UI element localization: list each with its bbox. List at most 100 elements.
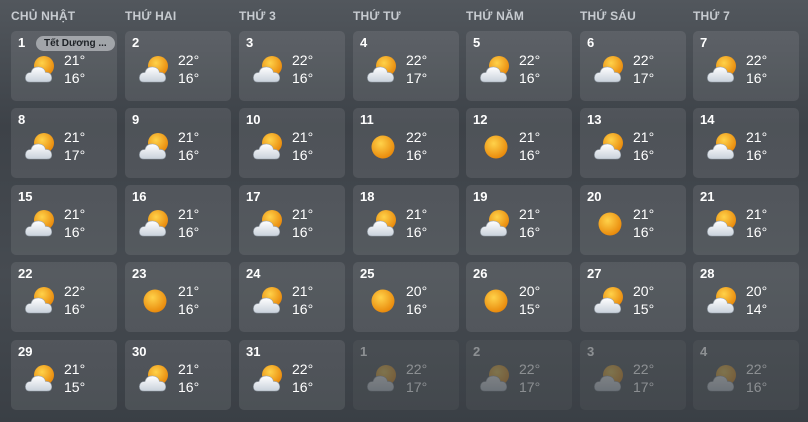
low-temperature: 15° xyxy=(519,301,541,317)
day-cell[interactable]: 28 20° 14° xyxy=(693,262,799,332)
low-temperature: 16° xyxy=(746,70,768,86)
low-temperature: 16° xyxy=(292,301,314,317)
day-cell[interactable]: 31 22° 16° xyxy=(239,340,345,410)
high-temperature: 20° xyxy=(519,283,541,299)
day-number: 2 xyxy=(473,344,481,359)
high-temperature: 22° xyxy=(406,129,428,145)
day-number: 1 xyxy=(18,35,26,50)
low-temperature: 16° xyxy=(292,224,314,240)
day-cell[interactable]: 21 21° 16° xyxy=(693,185,799,255)
day-cell[interactable]: 3 22° 17° xyxy=(580,340,686,410)
day-cell[interactable]: 12 21° 16° xyxy=(466,108,572,178)
day-number: 26 xyxy=(473,266,488,281)
low-temperature: 14° xyxy=(746,301,768,317)
day-number: 3 xyxy=(587,344,595,359)
day-cell[interactable]: 3 22° 16° xyxy=(239,31,345,101)
low-temperature: 17° xyxy=(64,147,86,163)
day-cell[interactable]: 26 20° 15° xyxy=(466,262,572,332)
weekday-label: THỨ 3 xyxy=(239,9,276,23)
high-temperature: 22° xyxy=(292,361,314,377)
high-temperature: 21° xyxy=(292,283,314,299)
low-temperature: 16° xyxy=(178,70,200,86)
high-temperature: 22° xyxy=(64,283,86,299)
day-number: 11 xyxy=(360,112,374,127)
day-cell[interactable]: 13 21° 16° xyxy=(580,108,686,178)
low-temperature: 16° xyxy=(178,301,200,317)
day-number: 4 xyxy=(360,35,368,50)
day-cell[interactable]: 1 Tết Dương ... 21° 16° xyxy=(11,31,117,101)
low-temperature: 15° xyxy=(633,301,655,317)
high-temperature: 21° xyxy=(746,129,768,145)
partly-cloudy-icon xyxy=(479,53,513,87)
day-cell[interactable]: 22 22° 16° xyxy=(11,262,117,332)
low-temperature: 16° xyxy=(519,147,541,163)
day-cell[interactable]: 2 22° 17° xyxy=(466,340,572,410)
day-cell[interactable]: 9 21° 16° xyxy=(125,108,231,178)
day-cell[interactable]: 4 22° 17° xyxy=(353,31,459,101)
day-cell[interactable]: 14 21° 16° xyxy=(693,108,799,178)
sunny-icon xyxy=(479,284,513,318)
monthly-forecast-calendar: CHỦ NHẬT THỨ HAI THỨ 3 THỨ TƯ THỨ NĂM THỨ SÁU… xyxy=(0,0,808,422)
day-number: 4 xyxy=(700,344,708,359)
high-temperature: 22° xyxy=(746,361,768,377)
day-cell[interactable]: 17 21° 16° xyxy=(239,185,345,255)
day-cell[interactable]: 23 21° 16° xyxy=(125,262,231,332)
high-temperature: 22° xyxy=(292,52,314,68)
high-temperature: 21° xyxy=(64,361,86,377)
partly-cloudy-icon xyxy=(24,207,58,241)
sunny-icon xyxy=(366,284,400,318)
low-temperature: 16° xyxy=(406,147,428,163)
partly-cloudy-icon xyxy=(706,130,740,164)
day-cell[interactable]: 10 21° 16° xyxy=(239,108,345,178)
day-cell[interactable]: 8 21° 17° xyxy=(11,108,117,178)
day-cell[interactable]: 5 22° 16° xyxy=(466,31,572,101)
day-number: 21 xyxy=(700,189,715,204)
low-temperature: 17° xyxy=(633,70,655,86)
weekday-label: THỨ 7 xyxy=(693,9,730,23)
partly-cloudy-icon xyxy=(252,53,286,87)
high-temperature: 21° xyxy=(64,206,86,222)
day-cell[interactable]: 29 21° 15° xyxy=(11,340,117,410)
day-cell[interactable]: 4 22° 16° xyxy=(693,340,799,410)
low-temperature: 17° xyxy=(406,379,428,395)
day-cell[interactable]: 30 21° 16° xyxy=(125,340,231,410)
day-number: 7 xyxy=(700,35,708,50)
partly-cloudy-icon xyxy=(366,207,400,241)
day-cell[interactable]: 24 21° 16° xyxy=(239,262,345,332)
day-cell[interactable]: 11 22° 16° xyxy=(353,108,459,178)
partly-cloudy-icon xyxy=(593,53,627,87)
partly-cloudy-icon xyxy=(706,284,740,318)
high-temperature: 21° xyxy=(178,283,200,299)
day-cell[interactable]: 20 21° 16° xyxy=(580,185,686,255)
day-cell[interactable]: 7 22° 16° xyxy=(693,31,799,101)
low-temperature: 16° xyxy=(178,147,200,163)
day-cell[interactable]: 16 21° 16° xyxy=(125,185,231,255)
partly-cloudy-icon xyxy=(366,362,400,396)
weekday-label: CHỦ NHẬT xyxy=(11,9,76,23)
high-temperature: 22° xyxy=(633,52,655,68)
high-temperature: 21° xyxy=(292,206,314,222)
high-temperature: 21° xyxy=(292,129,314,145)
day-cell[interactable]: 6 22° 17° xyxy=(580,31,686,101)
day-cell[interactable]: 27 20° 15° xyxy=(580,262,686,332)
partly-cloudy-icon xyxy=(138,130,172,164)
low-temperature: 16° xyxy=(64,301,86,317)
high-temperature: 22° xyxy=(746,52,768,68)
day-number: 20 xyxy=(587,189,602,204)
day-cell[interactable]: 1 22° 17° xyxy=(353,340,459,410)
low-temperature: 16° xyxy=(746,147,768,163)
weekday-label: THỨ SÁU xyxy=(580,9,637,23)
holiday-event-badge[interactable]: Tết Dương ... xyxy=(36,36,115,51)
day-cell[interactable]: 19 21° 16° xyxy=(466,185,572,255)
day-cell[interactable]: 18 21° 16° xyxy=(353,185,459,255)
high-temperature: 21° xyxy=(64,129,86,145)
low-temperature: 16° xyxy=(64,70,86,86)
partly-cloudy-icon xyxy=(138,207,172,241)
day-number: 14 xyxy=(700,112,715,127)
day-cell[interactable]: 15 21° 16° xyxy=(11,185,117,255)
day-cell[interactable]: 25 20° 16° xyxy=(353,262,459,332)
day-number: 22 xyxy=(18,266,33,281)
day-cell[interactable]: 2 22° 16° xyxy=(125,31,231,101)
low-temperature: 16° xyxy=(178,224,200,240)
high-temperature: 21° xyxy=(633,206,655,222)
